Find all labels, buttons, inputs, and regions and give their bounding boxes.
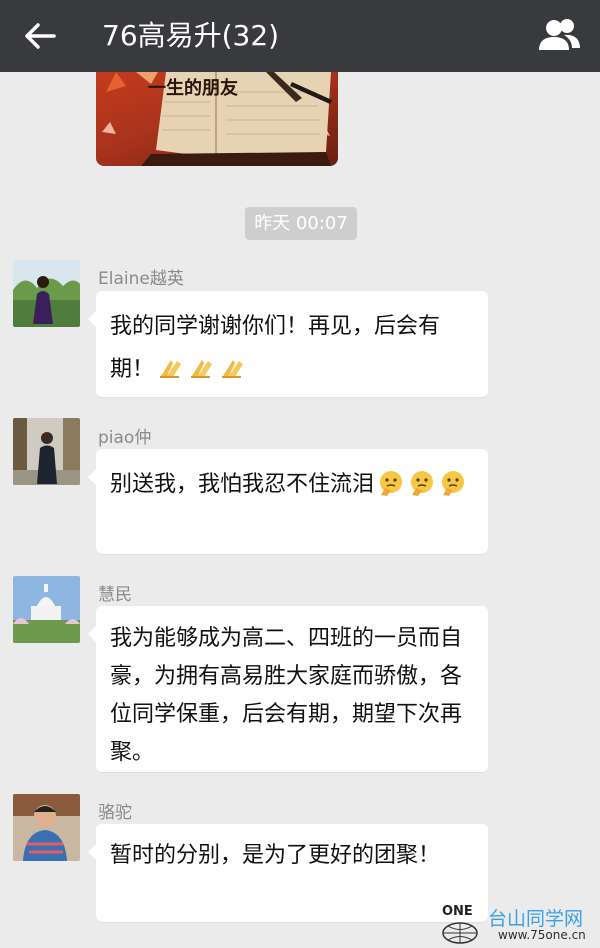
globe-icon	[442, 922, 478, 944]
thinking-face-icon	[408, 469, 436, 497]
sender-name: 慧民	[98, 585, 132, 605]
clapping-hands-icon	[188, 354, 216, 382]
avatar-luotuo[interactable]	[13, 794, 80, 861]
thinking-face-icon	[439, 469, 467, 497]
site-watermark: ONE 台山同学网 www.75one.cn	[438, 900, 600, 948]
back-button[interactable]	[16, 14, 64, 58]
message-bubble[interactable]: 我为能够成为高二、四班的一员而自豪，为拥有高易胜大家庭而骄傲，各位同学保重，后会…	[88, 606, 488, 772]
avatar-image	[13, 418, 80, 485]
group-info-button[interactable]	[534, 12, 586, 60]
shared-image-message[interactable]: 一生的朋友	[96, 72, 338, 166]
avatar-image	[13, 576, 80, 643]
message-text: 暂时的分别，是为了更好的团聚！	[110, 843, 441, 868]
message-text: 我为能够成为高二、四班的一员而自豪，为拥有高易胜大家庭而骄傲，各位同学保重，后会…	[110, 626, 463, 765]
thinking-face-icon	[377, 469, 405, 497]
chat-title: 76高易升(32)	[102, 19, 280, 52]
message-bubble[interactable]: 我的同学谢谢你们！再见，后会有期！	[88, 291, 488, 397]
sender-name: 骆驼	[98, 803, 132, 823]
message-bubble[interactable]: 暂时的分别，是为了更好的团聚！	[88, 824, 488, 922]
watermark-name: 台山同学网	[488, 908, 584, 930]
group-members-icon	[539, 19, 580, 50]
avatar-huimin[interactable]	[13, 576, 80, 643]
sender-name: Elaine越英	[98, 269, 184, 289]
message-bubble[interactable]: 别送我，我怕我忍不住流泪	[88, 449, 488, 554]
top-bar: 76高易升(32)	[0, 0, 600, 72]
avatar-image	[13, 260, 80, 327]
message-text: 别送我，我怕我忍不住流泪	[110, 463, 475, 506]
watermark-url: www.75one.cn	[498, 928, 586, 942]
message-body: 别送我，我怕我忍不住流泪	[110, 472, 375, 497]
watermark-logo: ONE	[442, 904, 473, 919]
avatar-elaine[interactable]	[13, 260, 80, 327]
timestamp-divider: 昨天 00:07	[245, 207, 357, 240]
clapping-hands-icon	[157, 354, 185, 382]
avatar-image	[13, 794, 80, 861]
clapping-hands-icon	[219, 354, 247, 382]
message-text: 我的同学谢谢你们！再见，后会有期！	[110, 305, 475, 391]
arrow-left-icon	[25, 23, 56, 49]
avatar-piao[interactable]	[13, 418, 80, 485]
image-caption: 一生的朋友	[148, 78, 238, 99]
sender-name: piao仲	[98, 428, 152, 448]
